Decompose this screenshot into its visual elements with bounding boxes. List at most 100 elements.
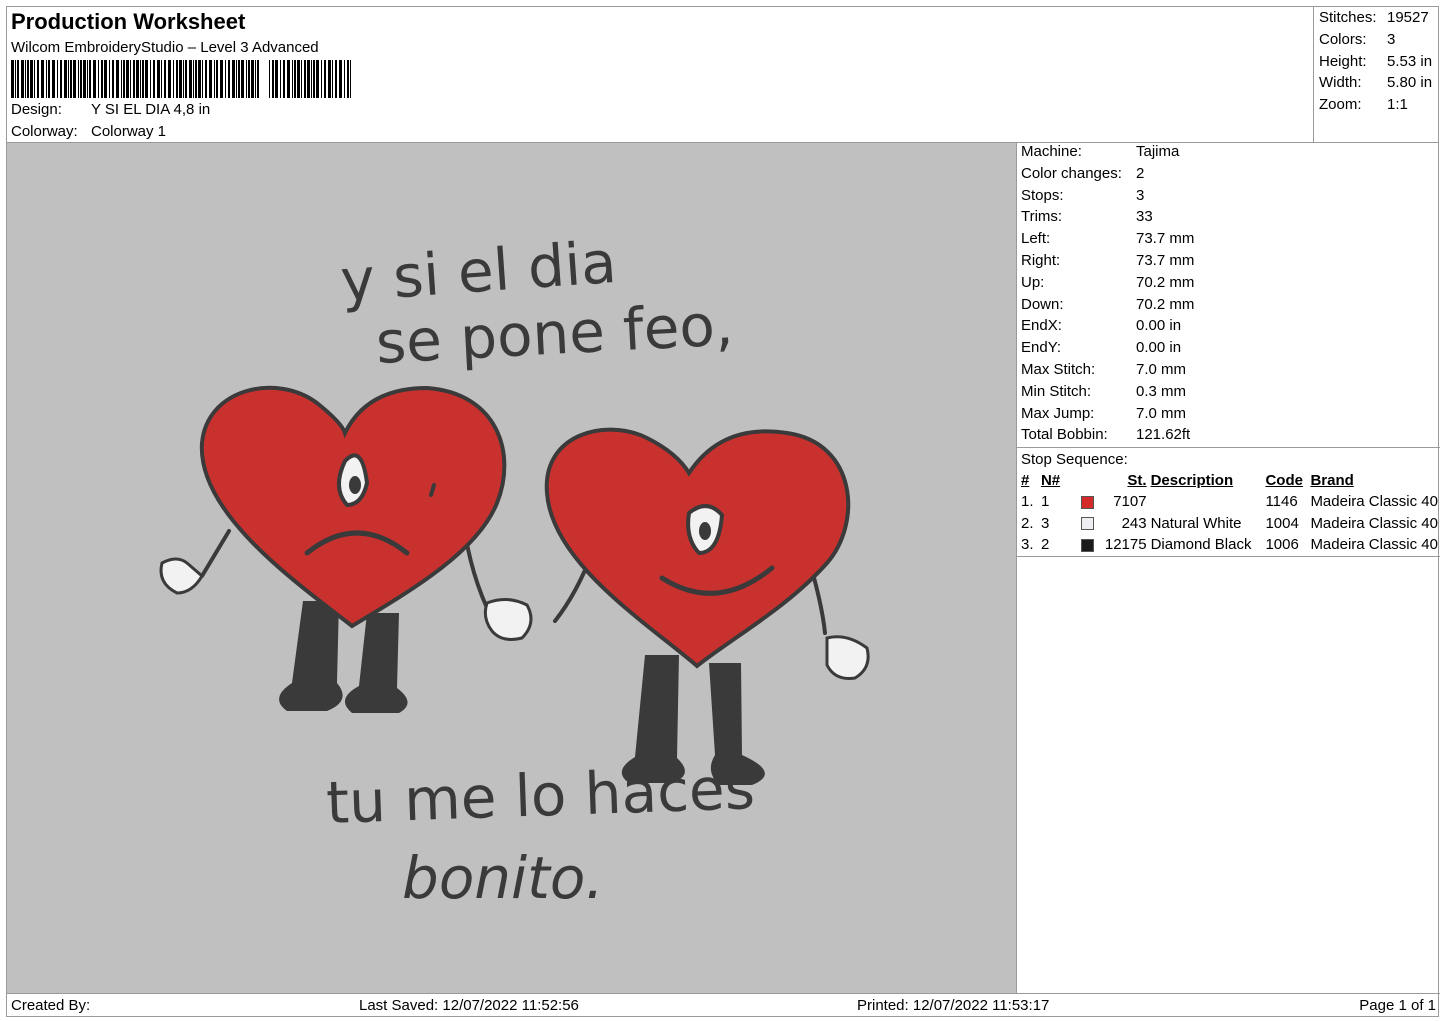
info-value: 0.00 in	[1136, 317, 1182, 335]
barcode-bar	[307, 60, 310, 98]
barcode-bar	[52, 60, 55, 98]
barcode-bar	[133, 60, 135, 98]
barcode-bar	[311, 60, 312, 98]
barcode-bar	[83, 60, 86, 98]
software-name: Wilcom EmbroideryStudio – Level 3 Advanc…	[11, 39, 319, 56]
barcode-bar	[11, 60, 14, 98]
barcode-bar	[150, 60, 151, 98]
barcode-bar	[225, 60, 226, 98]
stop-sequence-divider	[1017, 556, 1440, 557]
barcode-bar	[89, 60, 91, 98]
info-value: 73.7 mm	[1136, 251, 1195, 269]
info-label: Min Stitch:	[1021, 382, 1092, 400]
barcode-bar	[189, 60, 192, 98]
barcode-bar	[112, 60, 114, 98]
barcode-bar	[48, 60, 50, 98]
barcode-bar	[283, 60, 285, 98]
summary-row: Colors: 3	[1319, 30, 1396, 48]
barcode-bar	[73, 60, 76, 98]
barcode-bar	[123, 60, 125, 98]
barcode-bar	[238, 60, 240, 98]
info-label: Right:	[1021, 251, 1061, 269]
barcode-bar	[205, 60, 207, 98]
barcode-bar	[15, 60, 16, 98]
info-label: Color changes:	[1021, 164, 1122, 182]
barcode-bar	[248, 60, 250, 98]
colorway-label: Colorway:	[11, 123, 78, 140]
barcode-bar	[145, 60, 148, 98]
barcode-bar	[335, 60, 337, 98]
barcode-bar	[78, 60, 79, 98]
design-row: Design: Y SI EL DIA 4,8 in	[11, 101, 210, 118]
worksheet-header: Production Worksheet Wilcom EmbroiderySt…	[7, 7, 1313, 143]
barcode-bar	[304, 60, 306, 98]
info-row: Down: 70.2 mm	[1017, 296, 1440, 318]
barcode-bar	[272, 60, 274, 98]
barcode-bar	[275, 60, 278, 98]
info-row: Min Stitch: 0.3 mm	[1017, 383, 1440, 405]
info-label: Stops:	[1021, 186, 1064, 204]
barcode-bar	[176, 60, 178, 98]
barcode-bar	[80, 60, 82, 98]
worksheet-footer: Created By: Last Saved: 12/07/2022 11:52…	[7, 993, 1440, 1017]
barcode-bar	[87, 60, 88, 98]
barcode-bar	[25, 60, 26, 98]
info-value: 70.2 mm	[1136, 273, 1195, 291]
barcode-bar	[292, 60, 293, 98]
info-row: Color changes: 2	[1017, 165, 1440, 187]
barcode-bar	[68, 60, 69, 98]
barcode-bar	[179, 60, 182, 98]
color-swatch	[1080, 495, 1094, 509]
barcode-bar	[41, 60, 44, 98]
barcode-bar	[126, 60, 129, 98]
summary-row: Stitches: 19527	[1319, 9, 1429, 26]
barcode-bar	[195, 60, 197, 98]
stop-sequence-table: # N# St. Description Code Brand 1. 1 7107 1…	[1019, 470, 1440, 556]
barcode-bar	[324, 60, 326, 98]
info-label: Trims:	[1021, 208, 1063, 226]
barcode-bar	[287, 60, 290, 98]
barcode-bar	[60, 60, 62, 98]
barcode-bar	[168, 60, 171, 98]
info-label: EndY:	[1021, 339, 1062, 357]
barcode-bar	[70, 60, 72, 98]
barcode-bar	[27, 60, 29, 98]
info-value: 121.62ft	[1136, 426, 1191, 444]
printed-date: Printed: 12/07/2022 11:53:17	[857, 997, 1050, 1014]
info-row: Machine: Tajima	[1017, 143, 1440, 165]
info-label: EndX:	[1021, 317, 1062, 335]
barcode-bar	[241, 60, 244, 98]
barcode-bar	[101, 60, 103, 98]
info-row: Max Jump: 7.0 mm	[1017, 405, 1440, 427]
info-row: Trims: 33	[1017, 208, 1440, 230]
barcode-bar	[347, 60, 349, 98]
design-value: Y SI EL DIA 4,8 in	[91, 101, 211, 118]
info-row: Right: 73.7 mm	[1017, 252, 1440, 274]
barcode-bar	[332, 60, 333, 98]
info-value: 2	[1136, 164, 1145, 182]
page-title: Production Worksheet	[11, 9, 246, 34]
barcode-image	[11, 60, 351, 98]
table-row: 2. 3 243 Natural White 1004 Madeira Classic 4…	[1021, 514, 1438, 532]
barcode-bar	[294, 60, 296, 98]
info-value: 0.00 in	[1136, 339, 1182, 357]
barcode-bar	[130, 60, 131, 98]
barcode-bar	[21, 60, 24, 98]
colorway-value: Colorway 1	[91, 123, 167, 140]
barcode-bar	[280, 60, 281, 98]
info-label: Left:	[1021, 230, 1051, 248]
barcode-bar	[57, 60, 58, 98]
barcode-bar	[109, 60, 110, 98]
barcode-bar	[116, 60, 119, 98]
barcode-bar	[228, 60, 230, 98]
info-value: 33	[1136, 208, 1153, 226]
info-row: Max Stitch: 7.0 mm	[1017, 361, 1440, 383]
production-worksheet: Production Worksheet Wilcom EmbroiderySt…	[6, 6, 1440, 1017]
barcode-bar	[37, 60, 39, 98]
embroidery-design: y si el dia se pone feo, tu me lo haces …	[159, 228, 870, 912]
colorway-row: Colorway: Colorway 1	[11, 123, 166, 140]
barcode-bar	[214, 60, 215, 98]
barcode-bar	[104, 60, 107, 98]
barcode-bar	[209, 60, 212, 98]
barcode-bar	[46, 60, 47, 98]
